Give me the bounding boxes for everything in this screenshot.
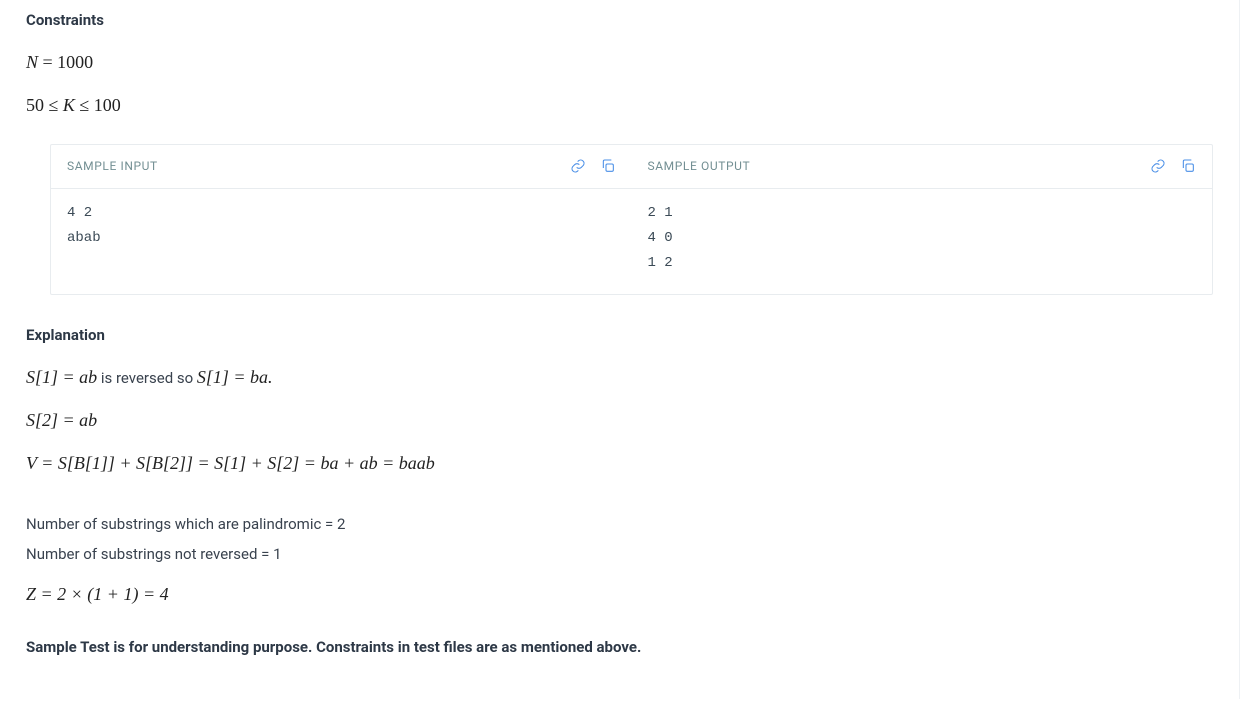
expl-m1-c: S[1] = ba. — [197, 367, 273, 387]
sample-io-block: SAMPLE INPUT 4 2 abab SAMPLE OUTPUT 2 1 … — [50, 144, 1213, 296]
expl-m1-a: S[1] = ab — [26, 367, 97, 387]
le-op-2: ≤ — [75, 95, 94, 115]
problem-content: Constraints N = 1000 50 ≤ K ≤ 100 SAMPLE… — [0, 0, 1240, 699]
sample-output-actions — [1150, 158, 1196, 174]
sample-note: Sample Test is for understanding purpose… — [26, 635, 1213, 659]
expl-p2: Number of substrings not reversed = 1 — [26, 542, 1213, 566]
constraint-k: 50 ≤ K ≤ 100 — [26, 91, 1213, 120]
constraints-heading: Constraints — [26, 8, 1213, 32]
sample-input-body: 4 2 abab — [51, 189, 632, 269]
eq-op: = — [38, 52, 57, 72]
constraint-n: N = 1000 — [26, 48, 1213, 77]
sample-input-col: SAMPLE INPUT 4 2 abab — [51, 145, 632, 295]
expl-m1: S[1] = ab is reversed so S[1] = ba. — [26, 363, 1213, 392]
var-k: K — [63, 95, 75, 115]
sample-output-col: SAMPLE OUTPUT 2 1 4 0 1 2 — [632, 145, 1213, 295]
explanation-heading: Explanation — [26, 323, 1213, 347]
sample-input-actions — [570, 158, 616, 174]
expl-p1: Number of substrings which are palindrom… — [26, 512, 1213, 536]
var-n: N — [26, 52, 38, 72]
expl-m2-inner: S[2] = ab — [26, 410, 97, 430]
expl-m2: S[2] = ab — [26, 406, 1213, 435]
sample-output-header: SAMPLE OUTPUT — [632, 145, 1213, 189]
val-100: 100 — [94, 95, 121, 115]
sample-input-label: SAMPLE INPUT — [67, 157, 158, 176]
link-icon[interactable] — [1150, 158, 1166, 174]
sample-output-label: SAMPLE OUTPUT — [648, 157, 751, 176]
expl-m1-b: is reversed so — [97, 369, 197, 387]
copy-icon[interactable] — [1180, 158, 1196, 174]
sample-output-body: 2 1 4 0 1 2 — [632, 189, 1213, 295]
link-icon[interactable] — [570, 158, 586, 174]
le-op-1: ≤ — [44, 95, 63, 115]
sample-input-header: SAMPLE INPUT — [51, 145, 632, 189]
expl-m3: V = S[B[1]] + S[B[2]] = S[1] + S[2] = ba… — [26, 449, 1213, 478]
expl-m4-inner: Z = 2 × (1 + 1) = 4 — [26, 584, 169, 604]
explanation-section: Explanation S[1] = ab is reversed so S[1… — [26, 323, 1213, 658]
spacer — [26, 492, 1213, 506]
val-50: 50 — [26, 95, 44, 115]
expl-m3-inner: V = S[B[1]] + S[B[2]] = S[1] + S[2] = ba… — [26, 453, 435, 473]
expl-m4: Z = 2 × (1 + 1) = 4 — [26, 580, 1213, 609]
val-1000: 1000 — [57, 52, 93, 72]
copy-icon[interactable] — [600, 158, 616, 174]
